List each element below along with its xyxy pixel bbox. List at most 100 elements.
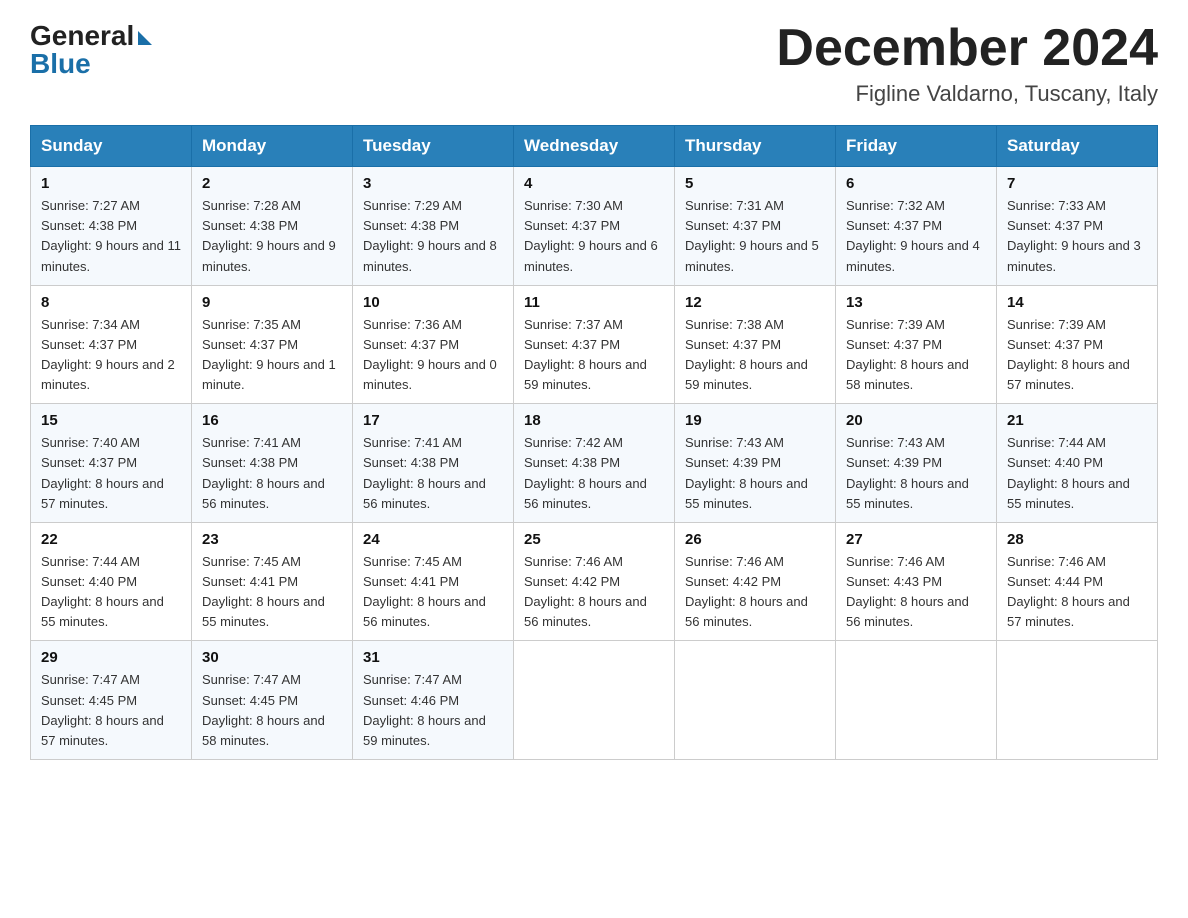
- location-title: Figline Valdarno, Tuscany, Italy: [776, 81, 1158, 107]
- calendar-cell: 10Sunrise: 7:36 AMSunset: 4:37 PMDayligh…: [353, 285, 514, 404]
- day-info: Sunrise: 7:46 AMSunset: 4:43 PMDaylight:…: [846, 552, 986, 633]
- day-number: 21: [1007, 412, 1147, 429]
- page-header: General Blue December 2024 Figline Valda…: [30, 20, 1158, 107]
- day-info: Sunrise: 7:28 AMSunset: 4:38 PMDaylight:…: [202, 196, 342, 277]
- calendar-cell: 19 Sunrise: 7:43 AMSunset: 4:39 PMDayligh…: [675, 404, 836, 523]
- title-block: December 2024 Figline Valdarno, Tuscany,…: [776, 20, 1158, 107]
- calendar-week-row: 15 Sunrise: 7:40 AMSunset: 4:37 PMDayligh…: [31, 404, 1158, 523]
- column-header-friday: Friday: [836, 126, 997, 167]
- day-number: 8: [41, 294, 181, 311]
- day-number: 25: [524, 531, 664, 548]
- day-info: Sunrise: 7:46 AMSunset: 4:42 PMDaylight:…: [524, 552, 664, 633]
- day-number: 5: [685, 175, 825, 192]
- day-number: 11: [524, 294, 664, 311]
- calendar-cell: 21 Sunrise: 7:44 AMSunset: 4:40 PMDayligh…: [997, 404, 1158, 523]
- calendar-cell: 3 Sunrise: 7:29 AMSunset: 4:38 PMDaylight…: [353, 167, 514, 286]
- day-number: 13: [846, 294, 986, 311]
- calendar-cell: 24 Sunrise: 7:45 AMSunset: 4:41 PMDayligh…: [353, 522, 514, 641]
- calendar-week-row: 29 Sunrise: 7:47 AMSunset: 4:45 PMDayligh…: [31, 641, 1158, 760]
- day-info: Sunrise: 7:47 AMSunset: 4:45 PMDaylight:…: [41, 670, 181, 751]
- logo: General Blue: [30, 20, 152, 80]
- calendar-cell: 29 Sunrise: 7:47 AMSunset: 4:45 PMDayligh…: [31, 641, 192, 760]
- column-header-monday: Monday: [192, 126, 353, 167]
- column-header-wednesday: Wednesday: [514, 126, 675, 167]
- day-number: 20: [846, 412, 986, 429]
- day-info: Sunrise: 7:43 AMSunset: 4:39 PMDaylight:…: [685, 433, 825, 514]
- day-number: 4: [524, 175, 664, 192]
- day-info: Sunrise: 7:29 AMSunset: 4:38 PMDaylight:…: [363, 196, 503, 277]
- day-number: 3: [363, 175, 503, 192]
- day-info: Sunrise: 7:47 AMSunset: 4:46 PMDaylight:…: [363, 670, 503, 751]
- calendar-cell: [836, 641, 997, 760]
- day-info: Sunrise: 7:41 AMSunset: 4:38 PMDaylight:…: [363, 433, 503, 514]
- day-number: 12: [685, 294, 825, 311]
- day-number: 26: [685, 531, 825, 548]
- day-number: 9: [202, 294, 342, 311]
- day-info: Sunrise: 7:46 AMSunset: 4:42 PMDaylight:…: [685, 552, 825, 633]
- day-number: 15: [41, 412, 181, 429]
- day-number: 19: [685, 412, 825, 429]
- column-header-saturday: Saturday: [997, 126, 1158, 167]
- day-info: Sunrise: 7:34 AMSunset: 4:37 PMDaylight:…: [41, 315, 181, 396]
- calendar-week-row: 1 Sunrise: 7:27 AMSunset: 4:38 PMDaylight…: [31, 167, 1158, 286]
- calendar-cell: 18Sunrise: 7:42 AMSunset: 4:38 PMDayligh…: [514, 404, 675, 523]
- day-number: 2: [202, 175, 342, 192]
- calendar-cell: 11 Sunrise: 7:37 AMSunset: 4:37 PMDayligh…: [514, 285, 675, 404]
- logo-blue-text: Blue: [30, 48, 91, 80]
- day-info: Sunrise: 7:31 AMSunset: 4:37 PMDaylight:…: [685, 196, 825, 277]
- day-number: 24: [363, 531, 503, 548]
- calendar-cell: [514, 641, 675, 760]
- day-number: 1: [41, 175, 181, 192]
- month-title: December 2024: [776, 20, 1158, 77]
- column-header-sunday: Sunday: [31, 126, 192, 167]
- calendar-cell: 4 Sunrise: 7:30 AMSunset: 4:37 PMDaylight…: [514, 167, 675, 286]
- calendar-week-row: 8 Sunrise: 7:34 AMSunset: 4:37 PMDaylight…: [31, 285, 1158, 404]
- day-info: Sunrise: 7:36 AMSunset: 4:37 PMDaylight:…: [363, 315, 503, 396]
- day-number: 31: [363, 649, 503, 666]
- calendar-cell: 20Sunrise: 7:43 AMSunset: 4:39 PMDayligh…: [836, 404, 997, 523]
- logo-triangle-icon: [138, 31, 152, 45]
- calendar-cell: 8 Sunrise: 7:34 AMSunset: 4:37 PMDaylight…: [31, 285, 192, 404]
- day-number: 7: [1007, 175, 1147, 192]
- calendar-cell: 23Sunrise: 7:45 AMSunset: 4:41 PMDayligh…: [192, 522, 353, 641]
- day-info: Sunrise: 7:27 AMSunset: 4:38 PMDaylight:…: [41, 196, 181, 277]
- day-info: Sunrise: 7:45 AMSunset: 4:41 PMDaylight:…: [363, 552, 503, 633]
- day-number: 6: [846, 175, 986, 192]
- day-number: 16: [202, 412, 342, 429]
- calendar-table: SundayMondayTuesdayWednesdayThursdayFrid…: [30, 125, 1158, 760]
- calendar-cell: 6 Sunrise: 7:32 AMSunset: 4:37 PMDaylight…: [836, 167, 997, 286]
- day-info: Sunrise: 7:40 AMSunset: 4:37 PMDaylight:…: [41, 433, 181, 514]
- day-number: 23: [202, 531, 342, 548]
- calendar-cell: 26 Sunrise: 7:46 AMSunset: 4:42 PMDayligh…: [675, 522, 836, 641]
- day-number: 14: [1007, 294, 1147, 311]
- day-info: Sunrise: 7:44 AMSunset: 4:40 PMDaylight:…: [1007, 433, 1147, 514]
- day-number: 29: [41, 649, 181, 666]
- calendar-cell: 13 Sunrise: 7:39 AMSunset: 4:37 PMDayligh…: [836, 285, 997, 404]
- day-number: 17: [363, 412, 503, 429]
- day-number: 28: [1007, 531, 1147, 548]
- calendar-cell: 31 Sunrise: 7:47 AMSunset: 4:46 PMDayligh…: [353, 641, 514, 760]
- calendar-cell: 15 Sunrise: 7:40 AMSunset: 4:37 PMDayligh…: [31, 404, 192, 523]
- calendar-cell: 9Sunrise: 7:35 AMSunset: 4:37 PMDaylight…: [192, 285, 353, 404]
- day-number: 27: [846, 531, 986, 548]
- day-info: Sunrise: 7:47 AMSunset: 4:45 PMDaylight:…: [202, 670, 342, 751]
- calendar-cell: 30 Sunrise: 7:47 AMSunset: 4:45 PMDayligh…: [192, 641, 353, 760]
- calendar-cell: [997, 641, 1158, 760]
- day-info: Sunrise: 7:30 AMSunset: 4:37 PMDaylight:…: [524, 196, 664, 277]
- calendar-cell: [675, 641, 836, 760]
- calendar-header-row: SundayMondayTuesdayWednesdayThursdayFrid…: [31, 126, 1158, 167]
- calendar-cell: 28Sunrise: 7:46 AMSunset: 4:44 PMDayligh…: [997, 522, 1158, 641]
- day-info: Sunrise: 7:32 AMSunset: 4:37 PMDaylight:…: [846, 196, 986, 277]
- column-header-tuesday: Tuesday: [353, 126, 514, 167]
- day-info: Sunrise: 7:37 AMSunset: 4:37 PMDaylight:…: [524, 315, 664, 396]
- day-info: Sunrise: 7:38 AMSunset: 4:37 PMDaylight:…: [685, 315, 825, 396]
- calendar-cell: 2 Sunrise: 7:28 AMSunset: 4:38 PMDaylight…: [192, 167, 353, 286]
- column-header-thursday: Thursday: [675, 126, 836, 167]
- calendar-week-row: 22Sunrise: 7:44 AMSunset: 4:40 PMDayligh…: [31, 522, 1158, 641]
- day-number: 30: [202, 649, 342, 666]
- calendar-cell: 14 Sunrise: 7:39 AMSunset: 4:37 PMDayligh…: [997, 285, 1158, 404]
- day-info: Sunrise: 7:39 AMSunset: 4:37 PMDaylight:…: [1007, 315, 1147, 396]
- calendar-cell: 25 Sunrise: 7:46 AMSunset: 4:42 PMDayligh…: [514, 522, 675, 641]
- calendar-cell: 17 Sunrise: 7:41 AMSunset: 4:38 PMDayligh…: [353, 404, 514, 523]
- day-info: Sunrise: 7:39 AMSunset: 4:37 PMDaylight:…: [846, 315, 986, 396]
